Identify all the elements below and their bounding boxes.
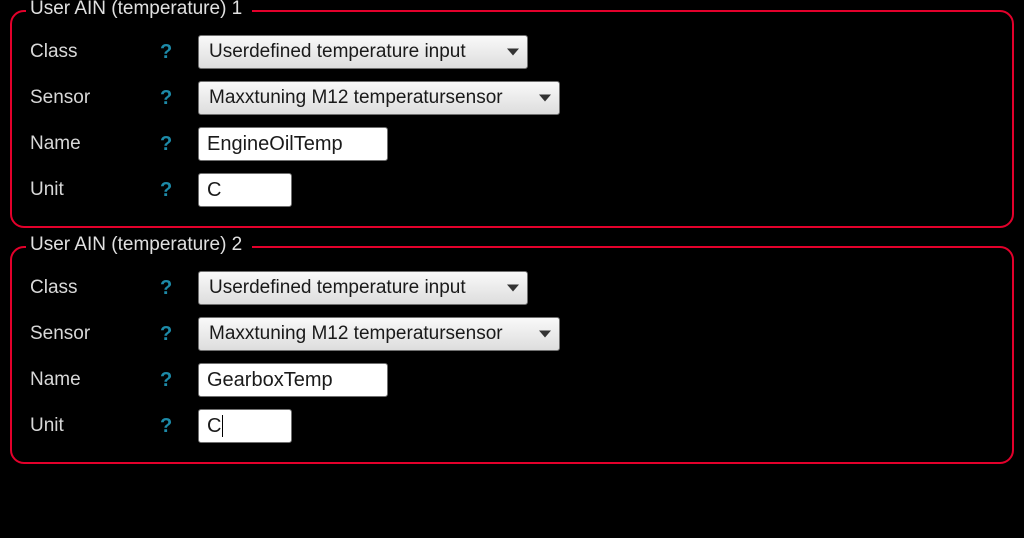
panel-ain-temperature-1: User AIN (temperature) 1 Class ? Userdef… xyxy=(10,10,1014,228)
row-class: Class ? Userdefined temperature input xyxy=(30,270,994,306)
row-unit: Unit ? C xyxy=(30,408,994,444)
help-icon[interactable]: ? xyxy=(160,415,198,438)
row-unit: Unit ? C xyxy=(30,172,994,208)
input-name[interactable]: EngineOilTemp xyxy=(198,127,388,161)
help-icon[interactable]: ? xyxy=(160,133,198,156)
text-caret xyxy=(222,415,223,437)
input-name-value: EngineOilTemp xyxy=(207,133,343,156)
dropdown-class[interactable]: Userdefined temperature input xyxy=(198,271,528,305)
input-name-value: GearboxTemp xyxy=(207,369,333,392)
label-class: Class xyxy=(30,41,160,63)
dropdown-sensor-value: Maxxtuning M12 temperatursensor xyxy=(209,87,503,109)
row-class: Class ? Userdefined temperature input xyxy=(30,34,994,70)
row-name: Name ? GearboxTemp xyxy=(30,362,994,398)
label-unit: Unit xyxy=(30,179,160,201)
chevron-down-icon xyxy=(507,49,519,56)
help-icon[interactable]: ? xyxy=(160,369,198,392)
input-name[interactable]: GearboxTemp xyxy=(198,363,388,397)
help-icon[interactable]: ? xyxy=(160,87,198,110)
help-icon[interactable]: ? xyxy=(160,41,198,64)
chevron-down-icon xyxy=(539,95,551,102)
input-unit[interactable]: C xyxy=(198,173,292,207)
label-name: Name xyxy=(30,133,160,155)
row-sensor: Sensor ? Maxxtuning M12 temperatursensor xyxy=(30,80,994,116)
panel-title: User AIN (temperature) 1 xyxy=(26,0,252,20)
dropdown-class-value: Userdefined temperature input xyxy=(209,41,466,63)
chevron-down-icon xyxy=(539,331,551,338)
panel-title: User AIN (temperature) 2 xyxy=(26,234,252,256)
dropdown-class[interactable]: Userdefined temperature input xyxy=(198,35,528,69)
label-class: Class xyxy=(30,277,160,299)
label-unit: Unit xyxy=(30,415,160,437)
dropdown-sensor[interactable]: Maxxtuning M12 temperatursensor xyxy=(198,317,560,351)
row-name: Name ? EngineOilTemp xyxy=(30,126,994,162)
panel-ain-temperature-2: User AIN (temperature) 2 Class ? Userdef… xyxy=(10,246,1014,464)
input-unit-value: C xyxy=(207,415,221,438)
input-unit-value: C xyxy=(207,179,221,202)
help-icon[interactable]: ? xyxy=(160,277,198,300)
dropdown-class-value: Userdefined temperature input xyxy=(209,277,466,299)
row-sensor: Sensor ? Maxxtuning M12 temperatursensor xyxy=(30,316,994,352)
dropdown-sensor[interactable]: Maxxtuning M12 temperatursensor xyxy=(198,81,560,115)
label-sensor: Sensor xyxy=(30,323,160,345)
dropdown-sensor-value: Maxxtuning M12 temperatursensor xyxy=(209,323,503,345)
help-icon[interactable]: ? xyxy=(160,323,198,346)
input-unit[interactable]: C xyxy=(198,409,292,443)
label-name: Name xyxy=(30,369,160,391)
label-sensor: Sensor xyxy=(30,87,160,109)
help-icon[interactable]: ? xyxy=(160,179,198,202)
chevron-down-icon xyxy=(507,285,519,292)
